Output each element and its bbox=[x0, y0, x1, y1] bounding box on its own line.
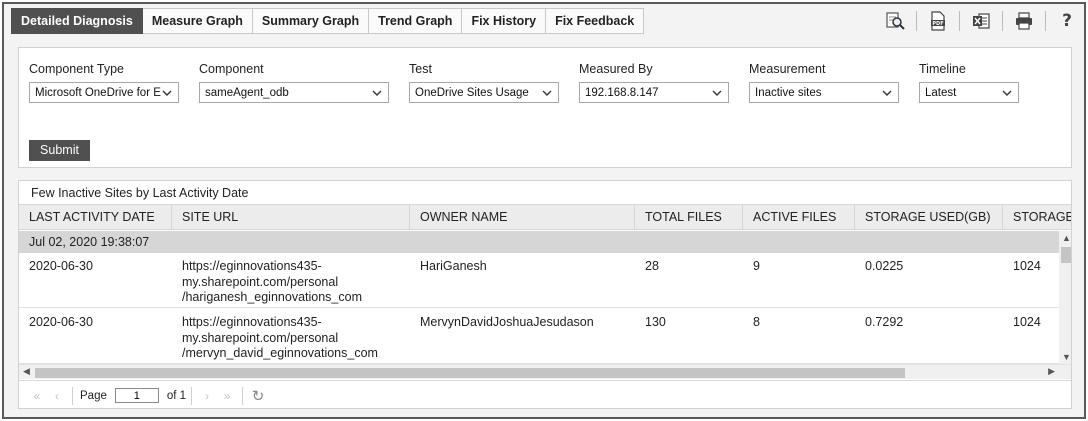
tab-fix-history[interactable]: Fix History bbox=[462, 8, 547, 34]
column-header-last-activity-date[interactable]: LAST ACTIVITY DATE bbox=[19, 205, 172, 229]
group-row-timestamp: Jul 02, 2020 19:38:07 bbox=[19, 231, 1059, 253]
component-select[interactable]: sameAgent_odb bbox=[199, 82, 389, 103]
cell-site-url: https://eginnovations435- my.sharepoint.… bbox=[182, 259, 362, 304]
measurement-label: Measurement bbox=[749, 62, 826, 76]
pager-divider bbox=[72, 386, 73, 405]
horizontal-scroll-thumb[interactable] bbox=[35, 368, 905, 378]
toolbar: PDF ? bbox=[874, 10, 1078, 32]
table-row[interactable]: 2020-06-30 https://eginnovations435- my.… bbox=[19, 253, 1059, 308]
print-icon[interactable] bbox=[1013, 10, 1035, 32]
refresh-icon[interactable]: ↻ bbox=[248, 386, 268, 406]
previous-page-icon[interactable]: ‹ bbox=[47, 386, 67, 406]
component-type-select[interactable]: Microsoft OneDrive for E bbox=[29, 82, 179, 103]
measured-by-value: 192.168.8.147 bbox=[585, 86, 659, 99]
tab-fix-feedback[interactable]: Fix Feedback bbox=[546, 8, 645, 34]
timeline-value: Latest bbox=[925, 86, 957, 99]
page-count-label: of 1 bbox=[166, 389, 187, 402]
search-icon[interactable] bbox=[884, 10, 906, 32]
component-type-field: Component Type Microsoft OneDrive for E bbox=[29, 60, 179, 103]
excel-icon[interactable] bbox=[970, 10, 992, 32]
measured-by-select[interactable]: 192.168.8.147 bbox=[579, 82, 729, 103]
component-field: Component sameAgent_odb bbox=[199, 60, 389, 103]
cell-active-files: 9 bbox=[753, 259, 760, 273]
measured-by-field: Measured By 192.168.8.147 bbox=[579, 60, 729, 103]
timeline-label: Timeline bbox=[919, 62, 966, 76]
last-page-icon[interactable]: » bbox=[217, 386, 237, 406]
results-table-panel: Few Inactive Sites by Last Activity Date… bbox=[18, 180, 1072, 409]
scroll-left-icon[interactable]: ◀ bbox=[23, 366, 30, 377]
column-header-active-files[interactable]: ACTIVE FILES bbox=[743, 205, 855, 229]
vertical-scroll-thumb[interactable] bbox=[1061, 247, 1071, 263]
chevron-down-icon bbox=[1001, 90, 1013, 96]
filter-panel: Component Type Microsoft OneDrive for E … bbox=[18, 47, 1072, 168]
measurement-value: Inactive sites bbox=[755, 86, 822, 99]
pager-divider bbox=[191, 386, 193, 405]
component-label: Component bbox=[199, 62, 264, 76]
toolbar-divider bbox=[916, 11, 917, 31]
scroll-up-icon[interactable]: ▲ bbox=[1062, 233, 1071, 243]
scroll-down-icon[interactable]: ▼ bbox=[1062, 352, 1071, 362]
vertical-scrollbar[interactable]: ▲ ▼ bbox=[1059, 231, 1071, 364]
column-header-site-url[interactable]: SITE URL bbox=[172, 205, 410, 229]
cell-storage-allocated: 1024 bbox=[1013, 259, 1041, 273]
horizontal-scrollbar[interactable]: ◀ ▶ bbox=[19, 364, 1071, 379]
column-header-owner-name[interactable]: OWNER NAME bbox=[410, 205, 635, 229]
scroll-right-icon[interactable]: ▶ bbox=[1048, 366, 1055, 377]
tab-bar: Detailed Diagnosis Measure Graph Summary… bbox=[11, 8, 645, 35]
next-page-icon[interactable]: › bbox=[197, 386, 217, 406]
test-field: Test OneDrive Sites Usage bbox=[409, 60, 559, 103]
first-page-icon[interactable]: « bbox=[27, 386, 47, 406]
pager-divider bbox=[242, 386, 244, 405]
pagination-bar: « ‹ Page of 1 › » ↻ bbox=[19, 380, 1071, 408]
pdf-icon[interactable]: PDF bbox=[927, 10, 949, 32]
measurement-select[interactable]: Inactive sites bbox=[749, 82, 899, 103]
chevron-down-icon bbox=[371, 90, 383, 96]
chevron-down-icon bbox=[541, 90, 553, 96]
toolbar-divider bbox=[1002, 11, 1003, 31]
chevron-down-icon bbox=[881, 90, 893, 96]
cell-total-files: 130 bbox=[645, 315, 666, 329]
test-value: OneDrive Sites Usage bbox=[415, 86, 529, 99]
component-type-value: Microsoft OneDrive for E bbox=[35, 86, 161, 99]
component-type-label: Component Type bbox=[29, 62, 124, 76]
diagnosis-window: Detailed Diagnosis Measure Graph Summary… bbox=[2, 2, 1086, 419]
cell-owner-name: MervynDavidJoshuaJesudason bbox=[420, 315, 594, 329]
timeline-select[interactable]: Latest bbox=[919, 82, 1019, 103]
chevron-down-icon bbox=[161, 90, 173, 96]
table-row[interactable]: 2020-06-30 https://eginnovations435- my.… bbox=[19, 309, 1059, 364]
tab-detailed-diagnosis[interactable]: Detailed Diagnosis bbox=[11, 8, 143, 34]
toolbar-divider bbox=[1045, 11, 1046, 31]
cell-last-activity-date: 2020-06-30 bbox=[29, 315, 93, 329]
page-number-input[interactable] bbox=[114, 388, 159, 403]
table-title: Few Inactive Sites by Last Activity Date bbox=[31, 186, 249, 200]
toolbar-divider bbox=[959, 11, 960, 31]
column-header-storage-used[interactable]: STORAGE USED(GB) bbox=[855, 205, 1003, 229]
column-header-total-files[interactable]: TOTAL FILES bbox=[635, 205, 743, 229]
chevron-down-icon bbox=[711, 90, 723, 96]
cell-site-url: https://eginnovations435- my.sharepoint.… bbox=[182, 315, 378, 360]
cell-total-files: 28 bbox=[645, 259, 659, 273]
cell-storage-allocated: 1024 bbox=[1013, 315, 1041, 329]
page-label: Page bbox=[80, 389, 107, 402]
help-icon[interactable]: ? bbox=[1056, 10, 1078, 32]
tab-summary-graph[interactable]: Summary Graph bbox=[252, 8, 370, 34]
cell-active-files: 8 bbox=[753, 315, 760, 329]
cell-last-activity-date: 2020-06-30 bbox=[29, 259, 93, 273]
cell-storage-used: 0.7292 bbox=[865, 315, 904, 329]
tab-measure-graph[interactable]: Measure Graph bbox=[142, 8, 253, 34]
column-header-storage-allocated[interactable]: STORAGE A bbox=[1003, 205, 1071, 229]
table-header: LAST ACTIVITY DATE SITE URL OWNER NAME T… bbox=[19, 204, 1071, 230]
measurement-field: Measurement Inactive sites bbox=[749, 60, 899, 103]
pdf-icon-text: PDF bbox=[932, 21, 943, 27]
help-icon-glyph: ? bbox=[1062, 11, 1072, 31]
cell-storage-used: 0.0225 bbox=[865, 259, 904, 273]
cell-owner-name: HariGanesh bbox=[420, 259, 487, 273]
submit-button[interactable]: Submit bbox=[29, 140, 90, 161]
timeline-field: Timeline Latest bbox=[919, 60, 1019, 103]
component-value: sameAgent_odb bbox=[205, 86, 289, 99]
measured-by-label: Measured By bbox=[579, 62, 653, 76]
test-select[interactable]: OneDrive Sites Usage bbox=[409, 82, 559, 103]
test-label: Test bbox=[409, 62, 432, 76]
tab-trend-graph[interactable]: Trend Graph bbox=[369, 8, 463, 34]
